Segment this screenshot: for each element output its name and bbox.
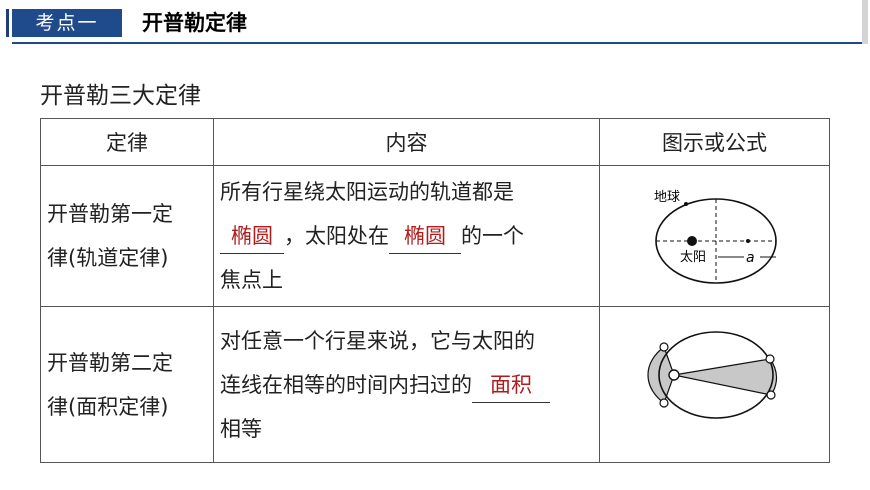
figure-cell	[599, 306, 830, 463]
sun-circle	[668, 369, 680, 381]
a-label: a	[746, 250, 755, 266]
content-line: 焦点上	[220, 268, 283, 292]
table-row: 开普勒第二定 律(面积定律) 对任意一个行星来说，它与太阳的 连线在相等的时间内…	[40, 306, 830, 463]
law-name-cell: 开普勒第二定 律(面积定律)	[40, 306, 214, 463]
header-left-mark	[6, 9, 9, 37]
sun-dot	[687, 236, 697, 246]
section-tag: 考点一	[12, 9, 122, 37]
section-header: 考点一 开普勒定律	[0, 0, 870, 44]
law-content-cell: 所有行星绕太阳运动的轨道都是 椭圆 ，太阳处在 椭圆 的一个 焦点上	[213, 165, 600, 307]
area-law-diagram	[647, 331, 778, 419]
content-line: 椭圆 ，太阳处在 椭圆 的一个	[220, 214, 599, 258]
law-content-cell: 对任意一个行星来说，它与太阳的 连线在相等的时间内扫过的 面积 相等	[213, 306, 600, 463]
laws-table: 定律 内容 图示或公式 开普勒第一定 律(轨道定律) 所有行星绕太阳运动的轨道都…	[40, 118, 830, 463]
earth-dot	[684, 202, 688, 206]
focus-dot	[746, 239, 750, 243]
fill-blank: 面积	[472, 368, 550, 403]
header-cell-content: 内容	[213, 118, 600, 166]
table-header-row: 定律 内容 图示或公式	[40, 118, 830, 166]
content-line: 相等	[220, 416, 262, 441]
ellipse-orbit-diagram: 地球 太阳 a	[654, 190, 777, 284]
law-name-line: 开普勒第一定	[47, 202, 173, 226]
answer-text: 椭圆	[231, 224, 273, 248]
planet-position	[765, 354, 775, 364]
law-name-line: 开普勒第二定	[47, 350, 173, 375]
law-name-cell: 开普勒第一定 律(轨道定律)	[40, 165, 214, 307]
answer-text: 面积	[490, 372, 532, 397]
figure-cell: 地球 太阳 a	[599, 165, 830, 307]
fill-blank: 椭圆	[389, 219, 461, 254]
content-text: 连线在相等的时间内扫过的	[220, 372, 472, 397]
swept-area-right	[673, 358, 778, 396]
earth-label: 地球	[654, 190, 680, 205]
content-line: 对任意一个行星来说，它与太阳的	[220, 328, 535, 353]
planet-position	[659, 398, 669, 408]
law-name-line: 律(面积定律)	[47, 394, 169, 419]
section-title: 开普勒定律	[142, 11, 247, 35]
law-name-line: 律(轨道定律)	[47, 246, 169, 270]
planet-position	[659, 342, 669, 352]
content-line: 所有行星绕太阳运动的轨道都是	[220, 180, 514, 204]
fill-blank: 椭圆	[220, 219, 284, 254]
table-row: 开普勒第一定 律(轨道定律) 所有行星绕太阳运动的轨道都是 椭圆 ，太阳处在 椭圆的…	[40, 165, 830, 307]
page-subtitle: 开普勒三大定律	[40, 83, 201, 109]
content-line: 连线在相等的时间内扫过的 面积	[220, 363, 599, 407]
content-text: ，太阳处在	[284, 224, 389, 248]
planet-position	[766, 390, 776, 400]
header-cell-law: 定律	[40, 118, 214, 166]
answer-text: 椭圆	[404, 224, 446, 248]
header-cell-figure: 图示或公式	[599, 118, 830, 166]
header-shadow	[862, 0, 868, 44]
sun-label: 太阳	[680, 250, 706, 265]
header-underline	[12, 42, 862, 44]
content-text: 的一个	[461, 224, 524, 248]
